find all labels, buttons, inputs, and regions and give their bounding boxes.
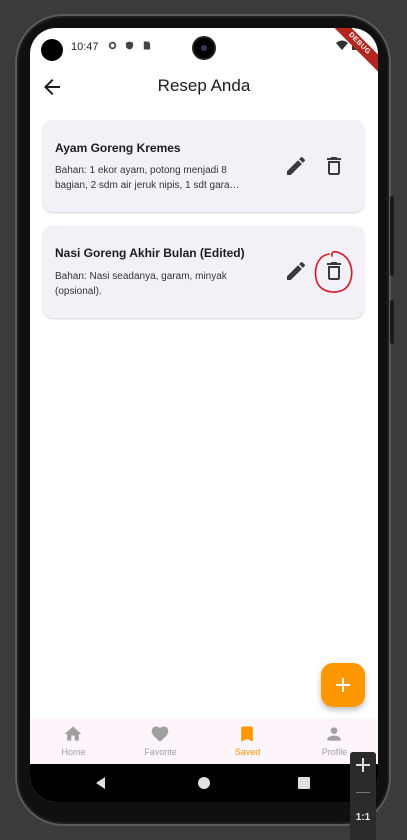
nav-label: Favorite <box>144 747 177 757</box>
status-bar: 10:47 DEBUG <box>30 28 378 81</box>
settings-icon <box>108 41 117 50</box>
screen: 10:47 DEBUG Resep Anda Ayam Goreng Kreme… <box>30 28 378 802</box>
bookmark-icon <box>241 726 253 742</box>
system-home-icon[interactable] <box>195 774 213 792</box>
edit-icon[interactable] <box>284 154 308 178</box>
delete-icon[interactable] <box>322 154 346 178</box>
zoom-control: 1:1 <box>350 752 376 840</box>
nav-label: Home <box>61 747 86 757</box>
recipe-title: Nasi Goreng Akhir Bulan (Edited) <box>55 246 245 260</box>
person-icon <box>327 727 341 741</box>
recipe-title: Ayam Goreng Kremes <box>55 141 181 155</box>
add-recipe-button[interactable] <box>321 663 365 707</box>
recipe-card[interactable]: Ayam Goreng Kremes Bahan: 1 ekor ayam, p… <box>43 120 364 212</box>
page-title: Resep Anda <box>157 76 251 95</box>
camera <box>194 38 214 58</box>
system-back-icon[interactable] <box>92 774 110 792</box>
edit-icon[interactable] <box>284 259 308 283</box>
home-icon <box>64 726 82 741</box>
recipe-card[interactable]: Nasi Goreng Akhir Bulan (Edited) Bahan: … <box>43 226 364 318</box>
nav-item-favorite[interactable]: Favorite <box>117 718 204 764</box>
system-recents-icon[interactable] <box>295 774 313 792</box>
volume-button <box>390 196 394 276</box>
recipe-description: Bahan: Nasi seadanya, garam, minyak (ops… <box>55 271 227 297</box>
system-nav-bar <box>30 764 378 802</box>
status-time: 10:47 <box>71 41 99 53</box>
app-bar: Resep Anda <box>30 72 378 102</box>
power-button <box>390 300 394 344</box>
shield-icon <box>125 41 134 50</box>
zoom-in-icon[interactable] <box>354 756 372 774</box>
zoom-level[interactable]: 1:1 <box>350 812 376 823</box>
front-sensor <box>41 39 63 61</box>
nav-label: Saved <box>234 747 261 757</box>
recipe-description: Bahan: 1 ekor ayam, potong menjadi 8 bag… <box>55 165 240 191</box>
bottom-nav: Home Favorite Saved Profile <box>30 718 378 764</box>
plus-icon <box>336 678 350 692</box>
sim-card-icon <box>143 41 151 50</box>
heart-icon <box>151 726 169 742</box>
nav-item-saved[interactable]: Saved <box>204 718 291 764</box>
zoom-divider <box>356 792 370 793</box>
wifi-icon <box>336 40 348 50</box>
annotation-circle <box>314 250 353 293</box>
nav-item-home[interactable]: Home <box>30 718 117 764</box>
